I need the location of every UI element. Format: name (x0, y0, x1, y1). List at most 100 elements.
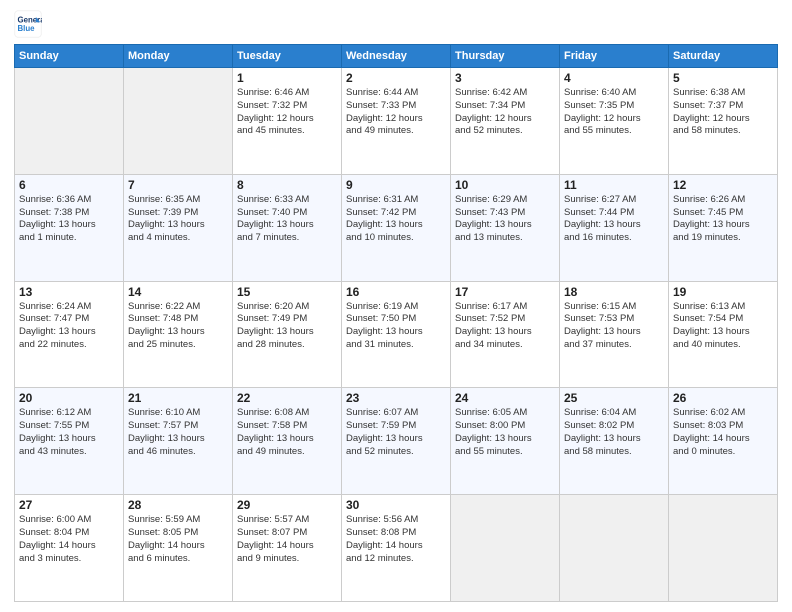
day-number: 4 (564, 71, 664, 85)
day-number: 20 (19, 391, 119, 405)
col-header-thursday: Thursday (451, 45, 560, 68)
day-number: 17 (455, 285, 555, 299)
cell-info: Sunrise: 5:56 AMSunset: 8:08 PMDaylight:… (346, 514, 446, 565)
day-number: 16 (346, 285, 446, 299)
day-number: 24 (455, 391, 555, 405)
day-number: 26 (673, 391, 773, 405)
week-row-5: 27Sunrise: 6:00 AMSunset: 8:04 PMDayligh… (15, 495, 778, 602)
cell-info: Sunrise: 6:13 AMSunset: 7:54 PMDaylight:… (673, 301, 773, 352)
cell-info: Sunrise: 6:38 AMSunset: 7:37 PMDaylight:… (673, 87, 773, 138)
calendar-cell: 6 Sunrise: 6:36 AMSunset: 7:38 PMDaylight… (15, 174, 124, 281)
day-number: 6 (19, 178, 119, 192)
cell-info: Sunrise: 5:57 AMSunset: 8:07 PMDaylight:… (237, 514, 337, 565)
week-row-1: 1 Sunrise: 6:46 AMSunset: 7:32 PMDaylight… (15, 68, 778, 175)
day-number: 7 (128, 178, 228, 192)
page: General Blue SundayMondayTuesdayWednesda… (0, 0, 792, 612)
week-row-4: 20 Sunrise: 6:12 AMSunset: 7:55 PMDayligh… (15, 388, 778, 495)
calendar-cell: 28Sunrise: 5:59 AMSunset: 8:05 PMDayligh… (124, 495, 233, 602)
calendar-cell: 7 Sunrise: 6:35 AMSunset: 7:39 PMDaylight… (124, 174, 233, 281)
calendar-cell: 24 Sunrise: 6:05 AMSunset: 8:00 PMDayligh… (451, 388, 560, 495)
day-number: 25 (564, 391, 664, 405)
logo: General Blue (14, 10, 42, 38)
svg-text:Blue: Blue (18, 24, 36, 33)
cell-info: Sunrise: 6:10 AMSunset: 7:57 PMDaylight:… (128, 407, 228, 458)
calendar-cell: 4 Sunrise: 6:40 AMSunset: 7:35 PMDaylight… (560, 68, 669, 175)
day-number: 8 (237, 178, 337, 192)
day-number: 22 (237, 391, 337, 405)
day-number: 12 (673, 178, 773, 192)
calendar-cell: 30 Sunrise: 5:56 AMSunset: 8:08 PMDayligh… (342, 495, 451, 602)
calendar-cell: 14Sunrise: 6:22 AMSunset: 7:48 PMDayligh… (124, 281, 233, 388)
cell-info: Sunrise: 6:02 AMSunset: 8:03 PMDaylight:… (673, 407, 773, 458)
cell-info: Sunrise: 6:15 AMSunset: 7:53 PMDaylight:… (564, 301, 664, 352)
col-header-tuesday: Tuesday (233, 45, 342, 68)
calendar-cell: 1 Sunrise: 6:46 AMSunset: 7:32 PMDaylight… (233, 68, 342, 175)
cell-info: Sunrise: 6:22 AMSunset: 7:48 PMDaylight:… (128, 301, 228, 352)
cell-info: Sunrise: 6:24 AMSunset: 7:47 PMDaylight:… (19, 301, 119, 352)
cell-info: Sunrise: 6:42 AMSunset: 7:34 PMDaylight:… (455, 87, 555, 138)
day-number: 1 (237, 71, 337, 85)
calendar-cell: 27Sunrise: 6:00 AMSunset: 8:04 PMDayligh… (15, 495, 124, 602)
calendar-cell: 22Sunrise: 6:08 AMSunset: 7:58 PMDayligh… (233, 388, 342, 495)
week-row-3: 13 Sunrise: 6:24 AMSunset: 7:47 PMDayligh… (15, 281, 778, 388)
cell-info: Sunrise: 6:04 AMSunset: 8:02 PMDaylight:… (564, 407, 664, 458)
calendar-cell: 8Sunrise: 6:33 AMSunset: 7:40 PMDaylight… (233, 174, 342, 281)
cell-info: Sunrise: 6:35 AMSunset: 7:39 PMDaylight:… (128, 194, 228, 245)
calendar-cell: 3 Sunrise: 6:42 AMSunset: 7:34 PMDaylight… (451, 68, 560, 175)
cell-info: Sunrise: 6:26 AMSunset: 7:45 PMDaylight:… (673, 194, 773, 245)
week-row-2: 6 Sunrise: 6:36 AMSunset: 7:38 PMDaylight… (15, 174, 778, 281)
calendar-cell: 11 Sunrise: 6:27 AMSunset: 7:44 PMDayligh… (560, 174, 669, 281)
day-number: 21 (128, 391, 228, 405)
cell-info: Sunrise: 6:36 AMSunset: 7:38 PMDaylight:… (19, 194, 119, 245)
calendar-cell: 17 Sunrise: 6:17 AMSunset: 7:52 PMDayligh… (451, 281, 560, 388)
cell-info: Sunrise: 5:59 AMSunset: 8:05 PMDaylight:… (128, 514, 228, 565)
day-number: 18 (564, 285, 664, 299)
cell-info: Sunrise: 6:12 AMSunset: 7:55 PMDaylight:… (19, 407, 119, 458)
svg-text:General: General (18, 15, 43, 24)
day-number: 27 (19, 498, 119, 512)
header: General Blue (14, 10, 778, 38)
col-header-friday: Friday (560, 45, 669, 68)
day-number: 11 (564, 178, 664, 192)
day-number: 19 (673, 285, 773, 299)
calendar-cell: 20 Sunrise: 6:12 AMSunset: 7:55 PMDayligh… (15, 388, 124, 495)
col-header-monday: Monday (124, 45, 233, 68)
cell-info: Sunrise: 6:27 AMSunset: 7:44 PMDaylight:… (564, 194, 664, 245)
cell-info: Sunrise: 6:19 AMSunset: 7:50 PMDaylight:… (346, 301, 446, 352)
cell-info: Sunrise: 6:17 AMSunset: 7:52 PMDaylight:… (455, 301, 555, 352)
calendar-cell (451, 495, 560, 602)
day-number: 5 (673, 71, 773, 85)
cell-info: Sunrise: 6:40 AMSunset: 7:35 PMDaylight:… (564, 87, 664, 138)
calendar-cell: 2Sunrise: 6:44 AMSunset: 7:33 PMDaylight… (342, 68, 451, 175)
calendar-cell: 13 Sunrise: 6:24 AMSunset: 7:47 PMDayligh… (15, 281, 124, 388)
calendar-cell: 10 Sunrise: 6:29 AMSunset: 7:43 PMDayligh… (451, 174, 560, 281)
calendar-cell: 29Sunrise: 5:57 AMSunset: 8:07 PMDayligh… (233, 495, 342, 602)
col-header-wednesday: Wednesday (342, 45, 451, 68)
calendar-cell: 25 Sunrise: 6:04 AMSunset: 8:02 PMDayligh… (560, 388, 669, 495)
calendar-cell (15, 68, 124, 175)
day-number: 10 (455, 178, 555, 192)
calendar-cell: 16 Sunrise: 6:19 AMSunset: 7:50 PMDayligh… (342, 281, 451, 388)
logo-icon: General Blue (14, 10, 42, 38)
cell-info: Sunrise: 6:05 AMSunset: 8:00 PMDaylight:… (455, 407, 555, 458)
calendar-cell: 15 Sunrise: 6:20 AMSunset: 7:49 PMDayligh… (233, 281, 342, 388)
day-number: 30 (346, 498, 446, 512)
day-number: 15 (237, 285, 337, 299)
day-number: 13 (19, 285, 119, 299)
col-header-saturday: Saturday (669, 45, 778, 68)
day-number: 3 (455, 71, 555, 85)
calendar-cell: 5 Sunrise: 6:38 AMSunset: 7:37 PMDaylight… (669, 68, 778, 175)
calendar-cell: 26 Sunrise: 6:02 AMSunset: 8:03 PMDayligh… (669, 388, 778, 495)
calendar-cell: 21 Sunrise: 6:10 AMSunset: 7:57 PMDayligh… (124, 388, 233, 495)
col-header-sunday: Sunday (15, 45, 124, 68)
cell-info: Sunrise: 6:46 AMSunset: 7:32 PMDaylight:… (237, 87, 337, 138)
calendar-cell (560, 495, 669, 602)
calendar-cell: 12 Sunrise: 6:26 AMSunset: 7:45 PMDayligh… (669, 174, 778, 281)
cell-info: Sunrise: 6:31 AMSunset: 7:42 PMDaylight:… (346, 194, 446, 245)
cell-info: Sunrise: 6:29 AMSunset: 7:43 PMDaylight:… (455, 194, 555, 245)
day-number: 2 (346, 71, 446, 85)
calendar-cell (124, 68, 233, 175)
day-number: 23 (346, 391, 446, 405)
cell-info: Sunrise: 6:20 AMSunset: 7:49 PMDaylight:… (237, 301, 337, 352)
calendar-cell (669, 495, 778, 602)
